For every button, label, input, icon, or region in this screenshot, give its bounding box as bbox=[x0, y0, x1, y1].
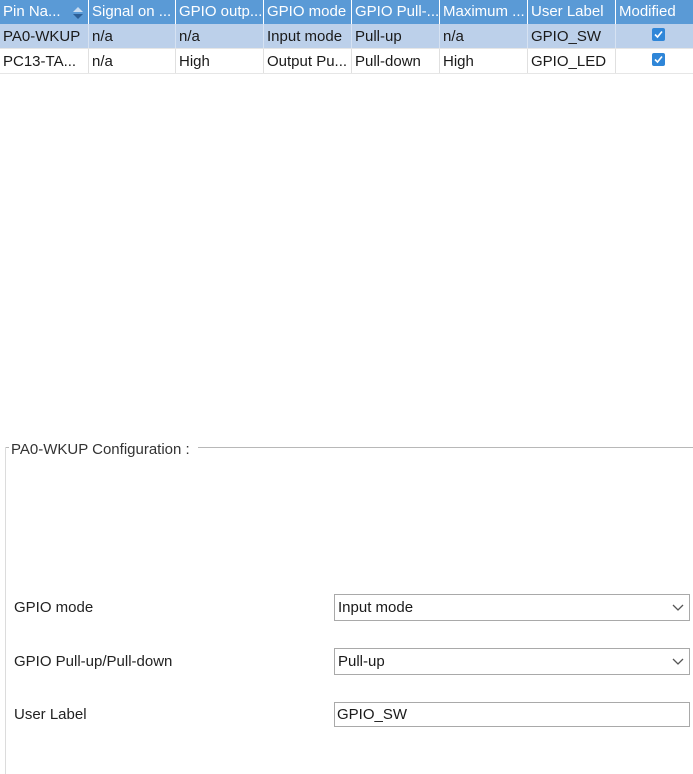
column-header-label: Maximum ... bbox=[443, 3, 525, 20]
gpio-pull-label: GPIO Pull-up/Pull-down bbox=[14, 653, 173, 670]
table-row[interactable]: PC13-TA... n/a High Output Pu... Pull-do… bbox=[0, 49, 693, 74]
table-cell-pin-name: PA0-WKUP bbox=[0, 24, 89, 48]
user-label-input[interactable] bbox=[334, 702, 690, 727]
column-header-label: Signal on ... bbox=[92, 3, 172, 20]
gpio-mode-select[interactable]: Input mode bbox=[334, 594, 690, 621]
chevron-down-icon bbox=[672, 604, 684, 611]
column-header-label: GPIO mode bbox=[267, 3, 347, 20]
gpio-mode-value: Input mode bbox=[338, 599, 414, 616]
table-cell-modified bbox=[616, 24, 693, 48]
table-cell-gpio-pull: Pull-up bbox=[352, 24, 440, 48]
column-header-signal[interactable]: Signal on ... bbox=[89, 0, 176, 24]
table-cell-user-label: GPIO_SW bbox=[528, 24, 616, 48]
table-cell-signal: n/a bbox=[89, 49, 176, 73]
gpio-mode-label: GPIO mode bbox=[14, 599, 94, 616]
table-cell-gpio-mode: Input mode bbox=[264, 24, 352, 48]
user-label-label: User Label bbox=[14, 706, 87, 723]
column-header-label: User Label bbox=[531, 3, 604, 20]
column-header-gpio-pull[interactable]: GPIO Pull-... bbox=[352, 0, 440, 24]
table-cell-gpio-mode: Output Pu... bbox=[264, 49, 352, 73]
pin-configuration-table: Pin Na... Signal on ... GPIO outp... GPI… bbox=[0, 0, 693, 74]
gpio-pull-value: Pull-up bbox=[338, 653, 385, 670]
column-header-maximum[interactable]: Maximum ... bbox=[440, 0, 528, 24]
table-cell-maximum: n/a bbox=[440, 24, 528, 48]
table-cell-gpio-output: n/a bbox=[176, 24, 264, 48]
table-cell-modified bbox=[616, 49, 693, 73]
checkbox-checked-icon[interactable] bbox=[652, 53, 665, 66]
table-header: Pin Na... Signal on ... GPIO outp... GPI… bbox=[0, 0, 693, 24]
table-cell-gpio-pull: Pull-down bbox=[352, 49, 440, 73]
column-header-label: GPIO Pull-... bbox=[355, 3, 440, 20]
table-cell-user-label: GPIO_LED bbox=[528, 49, 616, 73]
column-header-label: Modified bbox=[619, 3, 676, 20]
column-header-label: Pin Na... bbox=[3, 3, 61, 20]
column-header-label: GPIO outp... bbox=[179, 3, 263, 20]
sort-arrows-icon bbox=[73, 7, 83, 19]
column-header-gpio-mode[interactable]: GPIO mode bbox=[264, 0, 352, 24]
configuration-group-title: PA0-WKUP Configuration : bbox=[9, 440, 198, 460]
table-row[interactable]: PA0-WKUP n/a n/a Input mode Pull-up n/a … bbox=[0, 24, 693, 49]
checkbox-checked-icon[interactable] bbox=[652, 28, 665, 41]
group-border-left bbox=[5, 447, 6, 774]
column-header-user-label[interactable]: User Label bbox=[528, 0, 616, 24]
table-cell-pin-name: PC13-TA... bbox=[0, 49, 89, 73]
column-header-gpio-output[interactable]: GPIO outp... bbox=[176, 0, 264, 24]
gpio-pull-select[interactable]: Pull-up bbox=[334, 648, 690, 675]
table-cell-signal: n/a bbox=[89, 24, 176, 48]
table-cell-maximum: High bbox=[440, 49, 528, 73]
column-header-modified[interactable]: Modified bbox=[616, 0, 693, 24]
column-header-pin-name[interactable]: Pin Na... bbox=[0, 0, 89, 24]
table-cell-gpio-output: High bbox=[176, 49, 264, 73]
chevron-down-icon bbox=[672, 658, 684, 665]
